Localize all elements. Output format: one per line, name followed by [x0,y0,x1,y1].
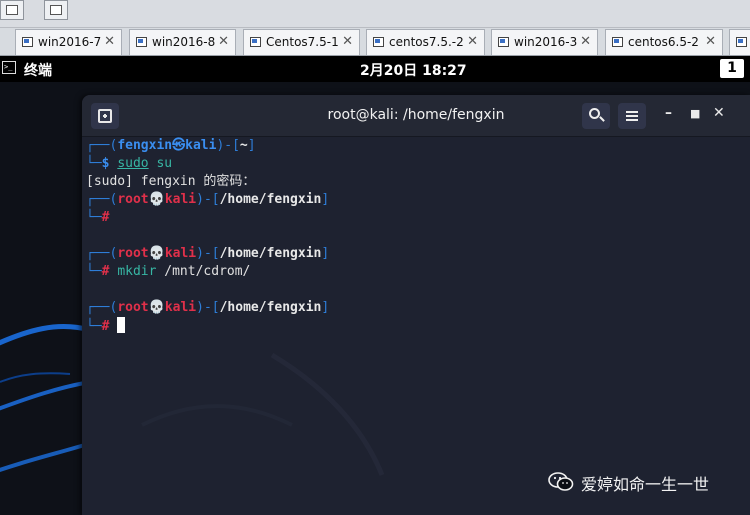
terminal-line: ┌──(root💀kali)-[/home/fengxin] [86,246,330,261]
prompt-user: root [117,300,149,315]
toolbar-button[interactable] [0,0,24,20]
close-icon[interactable]: ✕ [580,34,591,49]
prompt-user: fengxin [117,138,173,153]
vm-tab-label: win2016-8 [152,35,216,49]
search-button[interactable] [582,103,610,129]
window-title: root@kali: /home/fengxin [327,107,505,123]
prompt-user: root [117,192,149,207]
prompt-host: kali [185,138,217,153]
vm-tab[interactable]: win2016-8 ✕ [129,29,236,55]
vm-icon [250,37,261,47]
prompt-host: kali [164,192,197,207]
close-icon[interactable]: ✕ [342,34,353,49]
skull-icon: 💀 [148,246,165,261]
vm-icon [498,37,509,47]
command: sudo [117,156,149,171]
terminal-line: └─# [86,210,110,225]
close-icon[interactable]: ✕ [104,34,115,49]
vm-icon [736,37,747,47]
command: mkdir [117,264,157,279]
vm-tab[interactable]: win2016-7 ✕ [15,29,122,55]
vm-tab[interactable]: centos7.5.-2 ✕ [366,29,485,55]
close-icon[interactable]: ✕ [467,34,478,49]
minimize-button[interactable]: – [665,105,672,121]
vm-icon [373,37,384,47]
terminal-line: [sudo] fengxin 的密码： [86,174,256,189]
terminal-icon[interactable]: >_ [2,61,16,74]
terminal-window[interactable]: root@kali: /home/fengxin – ■ ✕ ┌──(fengx… [82,95,750,515]
active-app-name[interactable]: 终端 [24,60,52,80]
terminal-line: └─# mkdir /mnt/cdrom/ [86,264,251,279]
watermark-text: 爱婷如命一生一世 [581,475,710,494]
prompt-path: /home/fengxin [219,192,322,207]
vm-icon [136,37,147,47]
command-args: /mnt/cdrom/ [156,264,251,279]
prompt-path: /home/fengxin [219,246,322,261]
close-icon[interactable]: ✕ [705,34,716,49]
terminal-line: └─# [86,317,750,335]
vm-tab-label: Centos7.5-1 [266,35,339,49]
window-icon [50,5,62,15]
vm-toolbar [0,0,750,28]
skull-icon: 💀 [148,192,165,207]
gnome-top-bar: >_ 终端 2月20日 18:27 1 [0,56,750,82]
prompt-path: /home/fengxin [219,300,322,315]
terminal-line: ┌──(root💀kali)-[/home/fengxin] [86,300,330,315]
prompt-user: root [117,246,149,261]
terminal-line: ┌──(root💀kali)-[/home/fengxin] [86,192,330,207]
terminal-titlebar[interactable]: root@kali: /home/fengxin – ■ ✕ [82,95,750,137]
terminal-output[interactable]: ┌──(fengxin㉿kali)-[~] └─$ sudo su [sudo]… [82,137,750,515]
terminal-line: ┌──(fengxin㉿kali)-[~] [86,138,256,153]
vm-tab[interactable]: win2016-3 ✕ [491,29,598,55]
terminal-line: └─$ sudo su [86,156,173,171]
toolbar-button[interactable] [44,0,68,20]
command-args: su [148,156,173,171]
maximize-button[interactable]: ■ [690,107,700,120]
vm-tab[interactable]: centos6.5-2 ✕ [605,29,723,55]
prompt-host: kali [164,246,197,261]
prompt-path: ~ [239,138,248,153]
skull-icon: 💀 [148,300,165,315]
close-button[interactable]: ✕ [713,105,725,121]
wechat-icon [548,472,574,491]
vm-tab-label: win2016-3 [514,35,578,49]
vm-icon [22,37,33,47]
hamburger-icon [626,111,638,113]
vm-tab-bar: win2016-7 ✕ win2016-8 ✕ Centos7.5-1 ✕ ce… [0,28,750,56]
prompt-separator: ㉿ [172,138,186,153]
vm-tab[interactable]: Centos7.5-1 ✕ [243,29,360,55]
clock[interactable]: 2月20日 18:27 [360,60,467,80]
close-icon[interactable]: ✕ [218,34,229,49]
vm-icon [612,37,623,47]
vm-tab[interactable] [729,29,750,55]
window-icon [6,5,18,15]
text-cursor [117,317,126,333]
vm-tab-label: centos6.5-2 [628,35,699,49]
menu-button[interactable] [618,103,646,129]
vm-tab-label: centos7.5.-2 [389,35,464,49]
vm-tab-label: win2016-7 [38,35,102,49]
prompt-host: kali [164,300,197,315]
workspace-indicator[interactable]: 1 [720,59,744,78]
